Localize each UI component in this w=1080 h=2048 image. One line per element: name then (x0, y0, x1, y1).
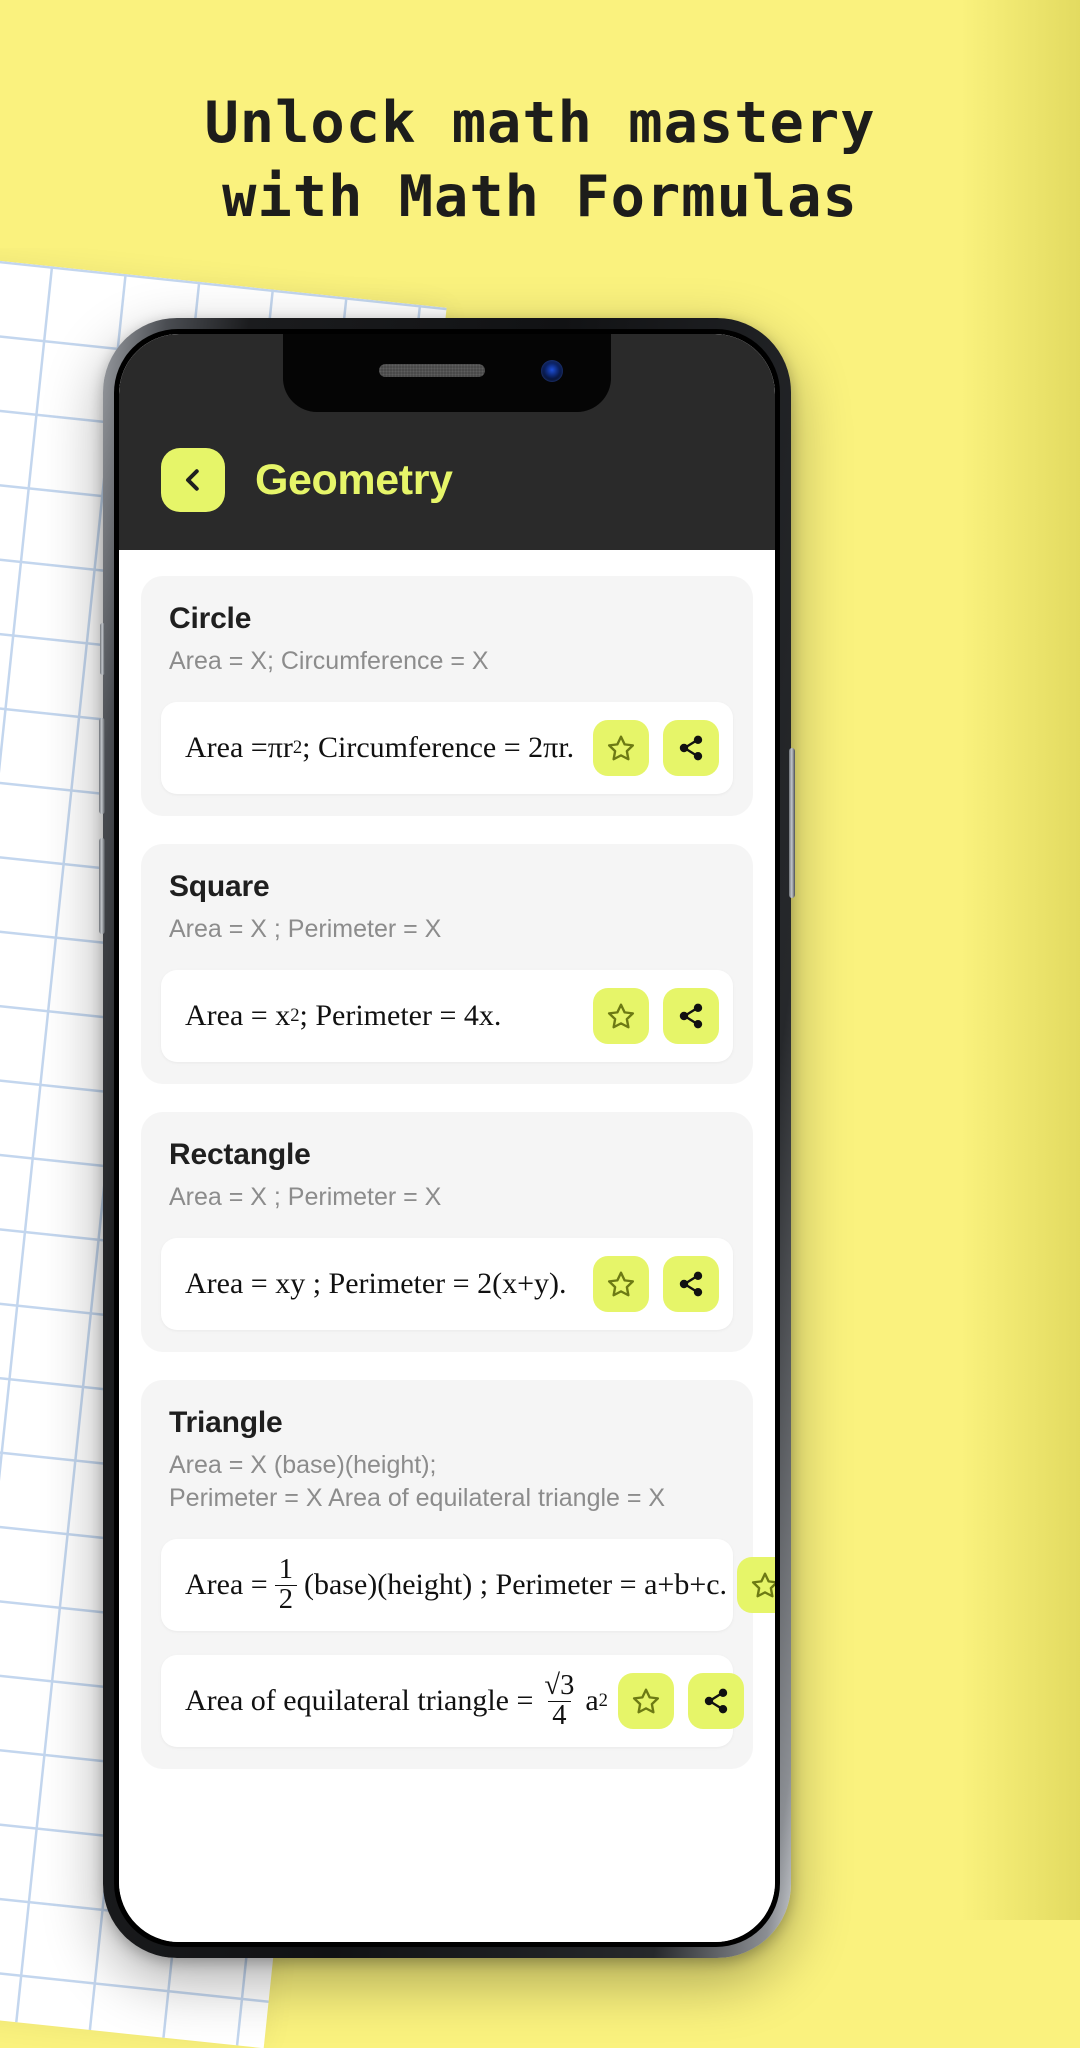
formula-card-circle[interactable]: Circle Area = X; Circumference = X Area … (141, 576, 753, 816)
favorite-button[interactable] (593, 720, 649, 776)
phone-screen: Geometry Circle Area = X; Circumference … (119, 334, 775, 1942)
formula-part: ; Perimeter = 4x. (299, 998, 502, 1032)
promo-headline: Unlock math mastery with Math Formulas (0, 86, 1080, 234)
phone-mockup: Geometry Circle Area = X; Circumference … (99, 318, 795, 1958)
star-icon (631, 1686, 661, 1716)
share-icon (677, 734, 705, 762)
share-button[interactable] (663, 1256, 719, 1312)
back-button[interactable] (161, 448, 225, 512)
share-icon (677, 1270, 705, 1298)
formula-part: r. (558, 730, 575, 764)
formula-actions (593, 720, 719, 776)
formula-list[interactable]: Circle Area = X; Circumference = X Area … (119, 550, 775, 1942)
formula-row[interactable]: Area of equilateral triangle = √3 4 a 2 (161, 1655, 744, 1747)
phone-mute-switch[interactable] (100, 623, 105, 675)
formula-exponent: 2 (290, 1005, 300, 1027)
formula-card-square[interactable]: Square Area = X ; Perimeter = X Area = x… (141, 844, 753, 1084)
formula-actions (593, 1256, 719, 1312)
formula-actions (593, 988, 719, 1044)
graph-paper-right (790, 430, 1080, 1220)
star-icon (606, 1001, 636, 1031)
card-subtitle: Area = X ; Perimeter = X (169, 915, 442, 943)
formula-part: ; Circumference = 2 (302, 730, 544, 764)
card-subtitle: Area = X; Circumference = X (169, 647, 489, 675)
formula-expression: Area = x 2; Perimeter = 4x. (185, 999, 501, 1034)
card-subtitle: Area = X ; Perimeter = X (169, 1183, 442, 1211)
formula-expression: Area = 1 2 (base)(height) ; Perimeter = a+… (185, 1554, 728, 1615)
formula-part: Area = x (185, 998, 291, 1032)
headline-line-2: with Math Formulas (222, 164, 858, 230)
card-subtitle: Area = X (base)(height); Perimeter = X A… (141, 1449, 753, 1515)
favorite-button[interactable] (593, 1256, 649, 1312)
card-title: Rectangle (169, 1138, 311, 1171)
share-button[interactable] (663, 720, 719, 776)
app-header: Geometry (119, 410, 775, 550)
formula-card-triangle[interactable]: Triangle Area = X (base)(height); Perime… (141, 1380, 775, 1769)
formula-part: r (282, 730, 293, 764)
chevron-left-icon (178, 465, 208, 495)
formula-expression: Area = π r 2; Circumference = 2 π r. (185, 731, 574, 766)
fraction: √3 4 (540, 1670, 578, 1731)
formula-expression: Area = xy ; Perimeter = 2(x+y). (185, 1266, 567, 1300)
formula-part: Area of equilateral triangle = (185, 1683, 534, 1717)
phone-volume-up-button[interactable] (99, 718, 105, 814)
favorite-button[interactable] (593, 988, 649, 1044)
app-top-bar: Geometry (119, 334, 775, 550)
fraction-numerator: √3 (544, 1670, 575, 1701)
formula-actions (617, 1673, 744, 1729)
share-button[interactable] (687, 1673, 744, 1729)
formula-part: Area = (185, 730, 268, 764)
headline-line-1: Unlock math mastery (204, 90, 876, 156)
phone-volume-down-button[interactable] (99, 838, 105, 934)
star-icon (750, 1570, 775, 1600)
fraction-numerator: 1 (278, 1554, 293, 1585)
card-subtitle-line-2: Perimeter = X Area of equilateral triang… (169, 1484, 666, 1512)
formula-exponent: 2 (292, 737, 303, 759)
formula-row[interactable]: Area = xy ; Perimeter = 2(x+y). (161, 1238, 733, 1330)
favorite-button[interactable] (737, 1557, 775, 1613)
share-icon (702, 1687, 730, 1715)
formula-row[interactable]: Area = π r 2; Circumference = 2 π r. (161, 702, 733, 794)
share-icon (677, 1002, 705, 1030)
fraction-denominator: 2 (274, 1584, 297, 1615)
formula-actions (737, 1557, 775, 1613)
earpiece-speaker-icon (379, 364, 485, 377)
formula-row[interactable]: Area = x 2; Perimeter = 4x. (161, 970, 733, 1062)
formula-exponent: 2 (598, 1690, 608, 1712)
formula-part: Area = (185, 1567, 268, 1601)
formula-row[interactable]: Area = 1 2 (base)(height) ; Perimeter = a+… (161, 1539, 775, 1631)
fraction: 12 (274, 1554, 297, 1615)
star-icon (606, 1269, 636, 1299)
star-icon (606, 733, 636, 763)
phone-notch (283, 334, 611, 412)
card-subtitle-line-1: Area = X (base)(height); (169, 1451, 437, 1479)
formula-part: a (585, 1683, 599, 1717)
favorite-button[interactable] (617, 1673, 674, 1729)
fraction-denominator: 4 (548, 1700, 571, 1731)
pi-symbol: π (543, 730, 559, 764)
card-title: Square (169, 870, 270, 903)
pi-symbol: π (267, 730, 283, 764)
card-title: Triangle (169, 1406, 283, 1439)
card-title: Circle (169, 602, 252, 635)
formula-expression: Area of equilateral triangle = √3 4 a 2 (185, 1670, 608, 1731)
share-button[interactable] (663, 988, 719, 1044)
phone-power-button[interactable] (789, 748, 795, 898)
formula-card-rectangle[interactable]: Rectangle Area = X ; Perimeter = X Area … (141, 1112, 753, 1352)
page-title: Geometry (255, 455, 453, 504)
formula-part: (base)(height) ; Perimeter = a+b+c. (303, 1567, 728, 1601)
front-camera-icon (541, 360, 563, 382)
